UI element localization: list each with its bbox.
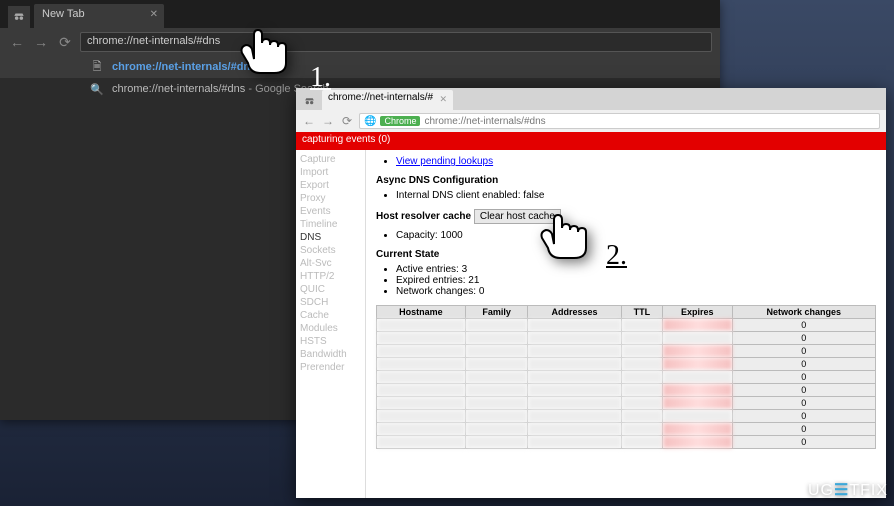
sidebar-item-cache[interactable]: Cache [300,309,361,322]
ugetfix-logo: UG☰TFIX [808,480,888,500]
sidebar-item-hsts[interactable]: HSTS [300,335,361,348]
host-resolver-cache-label: Host resolver cache [376,211,471,222]
sidebar-item-sockets[interactable]: Sockets [300,244,361,257]
sidebar-item-prerender[interactable]: Prerender [300,361,361,374]
sidebar-item-export[interactable]: Export [300,179,361,192]
sidebar-item-dns[interactable]: DNS [300,231,361,244]
address-bar[interactable]: chrome://net-internals/#dns [80,32,712,52]
forward-button[interactable]: → [321,114,335,128]
close-icon[interactable]: ✕ [440,94,448,105]
table-row: 0 [377,371,876,384]
sidebar-item-quic[interactable]: QUIC [300,283,361,296]
cursor-pointer-icon [220,15,300,80]
incognito-icon [300,92,318,110]
sidebar-item-sdch[interactable]: SDCH [300,296,361,309]
sidebar-item-events[interactable]: Events [300,205,361,218]
async-dns-bullet: Internal DNS client enabled: false [396,190,876,201]
back-button[interactable]: ← [302,114,316,128]
window1-tabstrip: New Tab ✕ [0,0,720,28]
reload-button[interactable]: ⟳ [340,114,354,128]
suggestion-text: chrome://net-internals/#dns [112,83,245,95]
sidebar-item-http2[interactable]: HTTP/2 [300,270,361,283]
table-row: 0 [377,397,876,410]
globe-icon: 🌐 [364,116,376,127]
async-dns-heading: Async DNS Configuration [376,175,876,186]
net-internals-sidebar: CaptureImportExportProxyEventsTimelineDN… [296,150,366,498]
table-header: Hostname [377,306,466,319]
address-text: chrome://net-internals/#dns [424,116,545,127]
tab-new-tab[interactable]: New Tab ✕ [34,4,164,28]
dns-content-panel: View pending lookups Async DNS Configura… [366,150,886,498]
sidebar-item-bandwidth[interactable]: Bandwidth [300,348,361,361]
sidebar-item-proxy[interactable]: Proxy [300,192,361,205]
capture-status-bar: capturing events (0) [296,132,886,150]
suggestion-row[interactable]: 🗎 chrome://net-internals/#dns [0,56,720,78]
state-bullet: Network changes: 0 [396,286,876,297]
table-header: Family [465,306,527,319]
incognito-icon [8,6,30,28]
sidebar-item-modules[interactable]: Modules [300,322,361,335]
view-pending-link[interactable]: View pending lookups [396,156,493,167]
window2-toolbar: ← → ⟳ 🌐 Chrome chrome://net-internals/#d… [296,110,886,132]
window2-tabstrip: chrome://net-internals/# ✕ [296,88,886,110]
table-header: TTL [621,306,662,319]
step-label-2: 2. [606,240,627,272]
step-label-1: 1. [310,62,331,94]
table-row: 0 [377,358,876,371]
table-row: 0 [377,410,876,423]
window1-toolbar: ← → ⟳ chrome://net-internals/#dns [0,28,720,56]
state-bullet: Expired entries: 21 [396,275,876,286]
table-row: 0 [377,436,876,449]
net-internals-window: chrome://net-internals/# ✕ ← → ⟳ 🌐 Chrom… [296,88,886,498]
table-row: 0 [377,345,876,358]
search-icon: 🔍 [90,82,104,96]
sidebar-item-altsvc[interactable]: Alt-Svc [300,257,361,270]
back-button[interactable]: ← [8,33,26,51]
table-row: 0 [377,332,876,345]
table-header: Addresses [528,306,621,319]
sidebar-item-timeline[interactable]: Timeline [300,218,361,231]
sidebar-item-import[interactable]: Import [300,166,361,179]
host-cache-table: HostnameFamilyAddressesTTLExpiresNetwork… [376,305,876,449]
chrome-badge: Chrome [380,116,420,126]
close-icon[interactable]: ✕ [150,9,158,20]
address-bar[interactable]: 🌐 Chrome chrome://net-internals/#dns [359,113,880,129]
forward-button[interactable]: → [32,33,50,51]
table-header: Network changes [732,306,875,319]
sidebar-item-capture[interactable]: Capture [300,153,361,166]
table-row: 0 [377,319,876,332]
state-bullet: Active entries: 3 [396,264,876,275]
tab-label: New Tab [42,8,85,20]
table-header: Expires [663,306,733,319]
file-icon: 🗎 [90,60,104,74]
table-row: 0 [377,384,876,397]
reload-button[interactable]: ⟳ [56,33,74,51]
tab-net-internals[interactable]: chrome://net-internals/# ✕ [322,90,453,110]
table-row: 0 [377,423,876,436]
tab-label: chrome://net-internals/# [328,92,433,103]
capacity-bullet: Capacity: 1000 [396,230,876,241]
cursor-pointer-icon [520,200,600,265]
